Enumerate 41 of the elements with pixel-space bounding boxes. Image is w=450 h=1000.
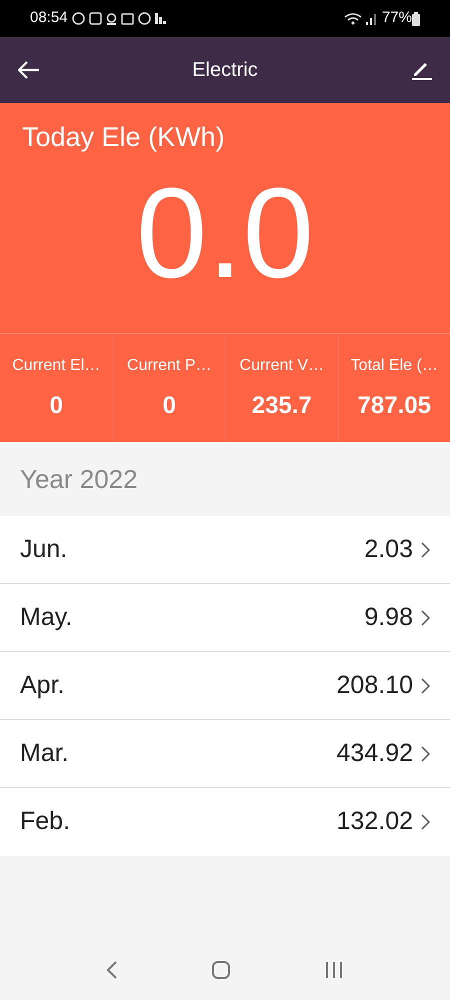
wifi-signal-icon [344, 12, 378, 26]
battery-percentage: 77% [382, 8, 412, 28]
recents-nav-icon[interactable] [324, 961, 344, 979]
stat-value: 787.05 [358, 391, 431, 421]
app-icon [88, 12, 102, 25]
home-nav-icon[interactable] [210, 960, 231, 980]
month-name: Apr. [20, 670, 66, 701]
chevron-icon [421, 610, 430, 626]
month-name: Jun. [20, 534, 68, 565]
stat-label: Current V… [240, 356, 324, 376]
month-value: 208.10 [336, 670, 413, 701]
month-value: 132.02 [336, 806, 413, 838]
month-value: 9.98 [364, 602, 413, 633]
month-row[interactable]: Jun. 2.03 [0, 516, 450, 584]
month-name: May. [20, 602, 74, 633]
back-nav-icon[interactable] [106, 961, 118, 979]
chevron-icon [421, 542, 430, 558]
month-row[interactable]: May. 9.98 [0, 584, 450, 652]
chevron-icon [421, 746, 430, 762]
status-time: 08:54 [30, 8, 68, 28]
month-value: 2.03 [364, 534, 413, 565]
bar-chart-icon [154, 13, 166, 24]
month-name: Feb. [20, 806, 72, 838]
chevron-icon [421, 814, 430, 830]
month-name: Mar. [20, 738, 70, 769]
month-row[interactable]: Mar. 434.92 [0, 720, 450, 788]
back-arrow-icon[interactable] [18, 61, 40, 79]
stat-label: Total Ele (… [350, 356, 438, 376]
today-value: 0.0 [135, 170, 315, 298]
stat-value: 0 [162, 391, 176, 421]
month-row[interactable]: Apr. 208.10 [0, 652, 450, 720]
battery-icon [412, 12, 420, 26]
stat-value: 235.7 [252, 391, 312, 421]
stat-label: Current P… [127, 356, 212, 376]
stat-value: 0 [50, 391, 63, 421]
chevron-icon [421, 678, 430, 694]
stat-label: Current El… [12, 356, 100, 376]
month-value: 434.92 [336, 738, 413, 769]
today-label: Today Ele (KWh) [21, 121, 226, 154]
page-title: Electric [191, 58, 259, 83]
month-row[interactable]: Feb. 132.02 [0, 788, 450, 856]
